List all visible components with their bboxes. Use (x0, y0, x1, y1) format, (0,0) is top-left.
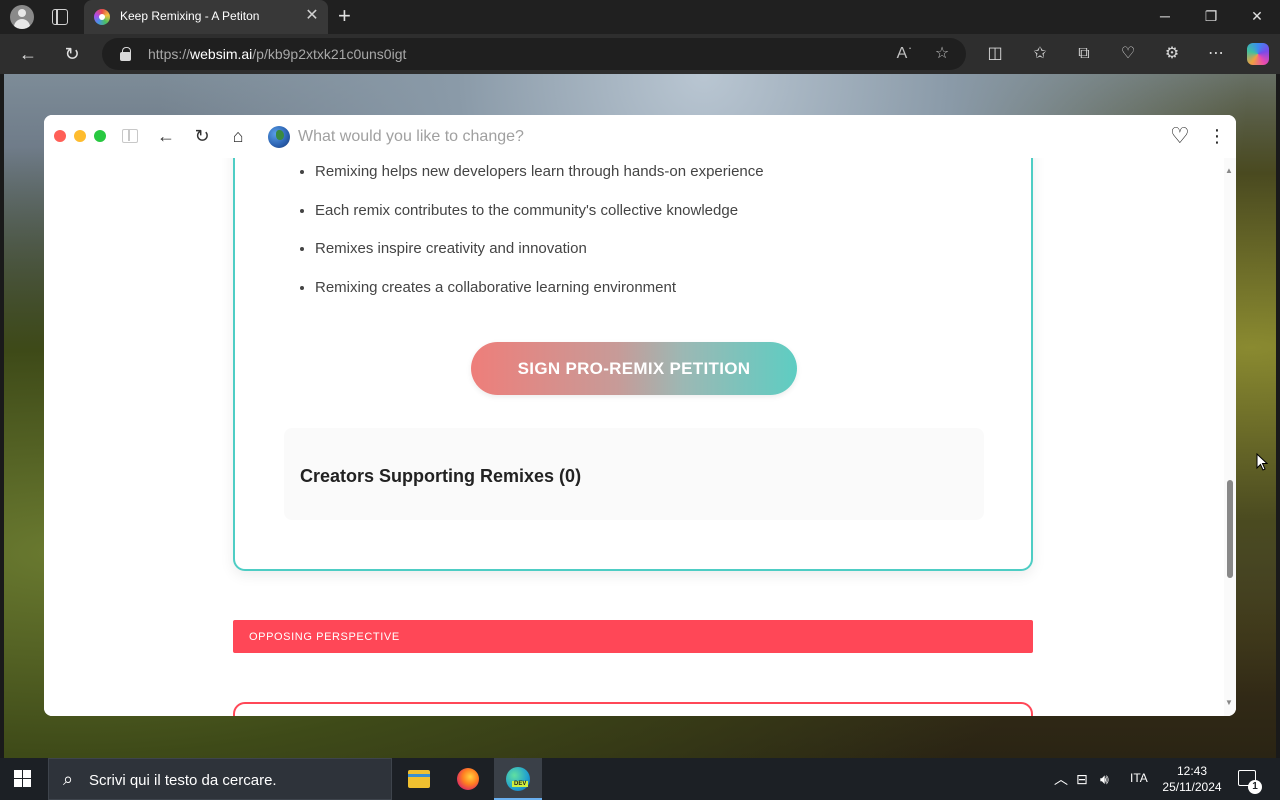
notification-count-badge: 1 (1248, 780, 1262, 794)
new-tab-button[interactable]: + (338, 4, 351, 28)
folder-icon (408, 770, 430, 788)
scrollbar-thumb[interactable] (1227, 480, 1233, 578)
tab-close-icon[interactable]: ✕ (302, 6, 322, 26)
supporters-title: Creators Supporting Remixes (0) (300, 466, 582, 486)
sidebar-toggle-icon[interactable] (122, 129, 138, 143)
list-item: Remixing creates a collaborative learnin… (315, 278, 764, 317)
heart-icon[interactable]: ♡ (1170, 125, 1190, 147)
search-icon: ⌕ (63, 769, 74, 789)
lock-icon[interactable] (120, 47, 131, 61)
edge-dev-icon (506, 767, 530, 791)
refresh-icon[interactable]: ↻ (60, 44, 84, 64)
browser-address-bar: ← ↻ https://websim.ai/p/kb9p2xtxk21c0uns… (0, 34, 1280, 74)
websim-favicon-icon (94, 9, 110, 25)
reload-icon[interactable]: ↻ (190, 125, 214, 147)
clock[interactable]: 12:43 25/11/2024 (1162, 763, 1222, 795)
volume-icon[interactable]: 🔊︎ (1100, 770, 1109, 788)
language-indicator[interactable]: ITA (1130, 771, 1148, 785)
opposing-card (233, 702, 1033, 716)
favorites-icon[interactable]: ✩ (1028, 44, 1052, 64)
extensions-icon[interactable]: ⚙ (1160, 44, 1184, 64)
network-icon[interactable]: ⊟ (1076, 770, 1088, 788)
clock-time: 12:43 (1176, 764, 1208, 778)
opposing-perspective-label: OPPOSING PERSPECTIVE (249, 631, 400, 643)
clock-date: 25/11/2024 (1162, 780, 1222, 794)
sign-petition-button[interactable]: SIGN PRO-REMIX PETITION (471, 342, 797, 395)
profile-avatar-icon[interactable] (10, 5, 34, 29)
opposing-perspective-banner: OPPOSING PERSPECTIVE (233, 620, 1033, 653)
url-field[interactable]: https://websim.ai/p/kb9p2xtxk21c0uns0igt… (102, 38, 966, 70)
websim-page-content: Remixing helps new developers learn thro… (44, 158, 1224, 716)
supporters-panel: Creators Supporting Remixes (0) (284, 428, 984, 520)
tab-title: Keep Remixing - A Petiton (120, 9, 260, 23)
collections-icon[interactable]: ⧉ (1072, 44, 1096, 64)
back-arrow-icon[interactable]: ← (154, 125, 178, 147)
page-scrollbar[interactable]: ▲ ▼ (1224, 158, 1236, 716)
windows-start-icon[interactable] (14, 770, 32, 788)
windows-taskbar: ⌕ Scrivi qui il testo da cercare. ︿ ⊟ 🔊︎… (0, 758, 1280, 800)
more-vertical-icon[interactable]: ⋮ (1208, 125, 1226, 147)
read-aloud-icon[interactable]: A͘ (892, 44, 912, 64)
taskbar-search-box[interactable]: ⌕ Scrivi qui il testo da cercare. (48, 758, 392, 800)
scroll-down-arrow-icon[interactable]: ▼ (1225, 698, 1233, 707)
browser-essentials-icon[interactable]: ♡ (1116, 44, 1140, 64)
red-dot-icon[interactable] (54, 130, 66, 142)
edge-dev-button[interactable] (494, 758, 542, 800)
websim-toolbar: ← ↻ ⌂ ♡ ⋮ (44, 115, 1236, 158)
yellow-dot-icon[interactable] (74, 130, 86, 142)
list-item: Remixes inspire creativity and innovatio… (315, 239, 764, 278)
browser-tab-bar: Keep Remixing - A Petiton ✕ + ─ ❐ ✕ (0, 0, 1280, 34)
pro-remix-card: Remixing helps new developers learn thro… (233, 158, 1033, 571)
firefox-button[interactable] (444, 758, 492, 800)
copilot-icon[interactable] (1247, 43, 1269, 65)
list-item: Remixing helps new developers learn thro… (315, 162, 764, 201)
tab-actions-icon[interactable] (52, 9, 68, 25)
green-dot-icon[interactable] (94, 130, 106, 142)
firefox-icon (457, 768, 479, 790)
back-arrow-icon[interactable]: ← (16, 44, 40, 64)
minimize-button[interactable]: ─ (1150, 4, 1180, 28)
globe-icon (268, 126, 290, 148)
scroll-up-arrow-icon[interactable]: ▲ (1225, 166, 1233, 175)
split-screen-icon[interactable]: ◫ (983, 44, 1007, 64)
browser-tab-active[interactable]: Keep Remixing - A Petiton ✕ (84, 0, 328, 34)
home-icon[interactable]: ⌂ (226, 125, 250, 147)
more-options-icon[interactable]: ⋯ (1204, 44, 1228, 64)
websim-window: ← ↻ ⌂ ♡ ⋮ Remixing helps new developers … (44, 115, 1236, 716)
restore-button[interactable]: ❐ (1196, 4, 1226, 28)
mouse-cursor-icon (1256, 453, 1268, 471)
change-request-input[interactable] (298, 126, 1058, 148)
taskbar-search-placeholder: Scrivi qui il testo da cercare. (89, 772, 277, 789)
show-hidden-icons-icon[interactable]: ︿ (1054, 770, 1068, 788)
url-text: https://websim.ai/p/kb9p2xtxk21c0uns0igt (148, 46, 407, 62)
favorite-star-icon[interactable]: ☆ (932, 44, 952, 64)
benefit-list: Remixing helps new developers learn thro… (315, 162, 764, 317)
close-window-button[interactable]: ✕ (1242, 4, 1272, 28)
file-explorer-button[interactable] (394, 758, 442, 800)
list-item: Each remix contributes to the community'… (315, 201, 764, 240)
